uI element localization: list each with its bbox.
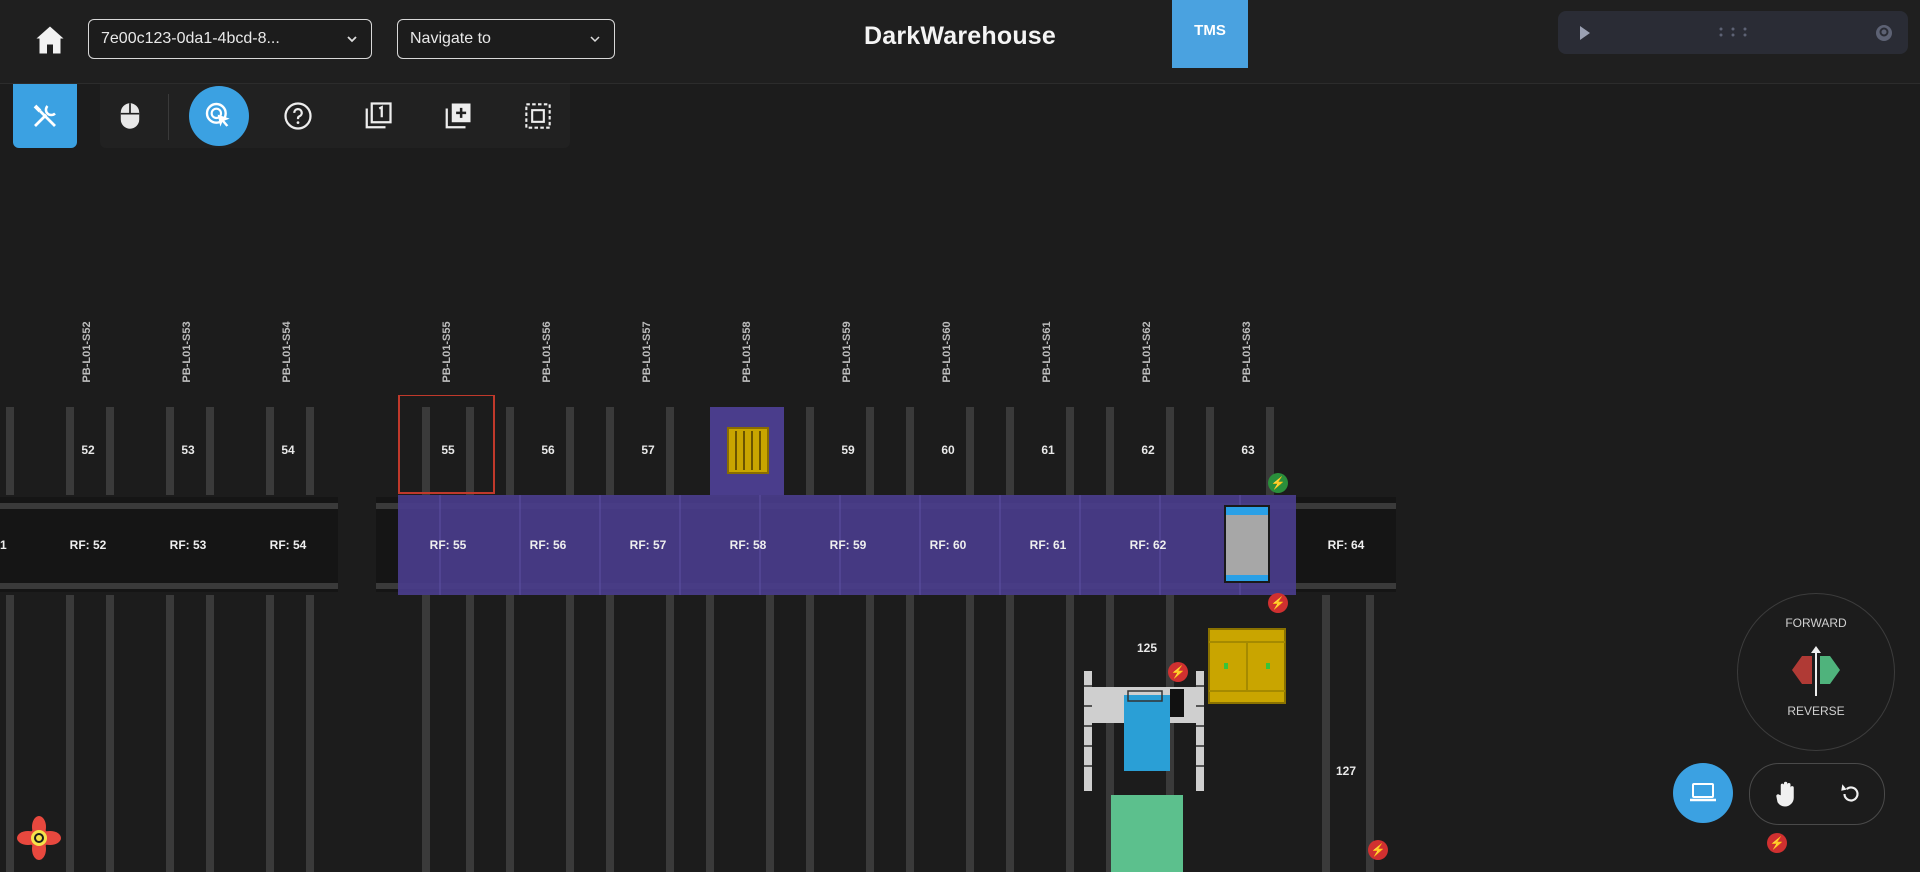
location-label: PB-L01-S63 — [1241, 321, 1253, 383]
rf-label: RF: 53 — [169, 538, 207, 552]
location-label: PB-L01-S53 — [181, 321, 193, 383]
location-label: PB-L01-S62 — [1141, 321, 1153, 383]
help-icon — [284, 102, 312, 130]
home-icon[interactable] — [32, 22, 68, 58]
rf-label: RF: 59 — [829, 538, 867, 552]
session-select-value: 7e00c123-0da1-4bcd-8... — [101, 30, 280, 47]
chevron-down-icon — [347, 36, 357, 43]
charging-error-icon: ⚡ — [1368, 840, 1388, 860]
slot-number: 57 — [641, 443, 655, 457]
location-label: PB-L01-S58 — [741, 321, 753, 383]
forward-label: FORWARD — [1785, 616, 1847, 630]
location-label: PB-L01-S59 — [841, 321, 853, 383]
playback-control-panel[interactable] — [1558, 11, 1908, 54]
rf-label: RF: 58 — [729, 538, 767, 552]
location-label: PB-L01-S52 — [81, 321, 93, 383]
charging-error-icon: ⚡ — [1168, 662, 1188, 682]
location-label: PB-L01-S54 — [281, 321, 293, 383]
slot-number: 54 — [281, 443, 295, 457]
slot-number: 61 — [1041, 443, 1055, 457]
rf-label: RF: 56 — [529, 538, 567, 552]
slot-number: 125 — [1136, 641, 1158, 655]
tools-icon — [33, 104, 56, 127]
slot-number: 56 — [541, 443, 555, 457]
slot-number: 59 — [841, 443, 855, 457]
rf-label: RF: 54 — [269, 538, 307, 552]
zoom-icon[interactable] — [1874, 23, 1894, 43]
help-button[interactable] — [268, 84, 328, 148]
rf-label: RF: 61 — [1029, 538, 1067, 552]
navigate-select-placeholder: Navigate to — [410, 30, 491, 47]
slot-number: 63 — [1241, 443, 1255, 457]
rf-label: RF: 57 — [629, 538, 667, 552]
computer-mode-button[interactable] — [1673, 763, 1733, 823]
charging-ok-icon: ⚡ — [1268, 473, 1288, 493]
direction-arrows-icon[interactable] — [1788, 642, 1844, 698]
slot-number: 53 — [181, 443, 195, 457]
location-label: PB-L01-S56 — [541, 321, 553, 383]
reset-icon[interactable] — [1838, 781, 1864, 807]
filter-one-icon — [365, 102, 392, 129]
location-label: PB-L01-S55 — [441, 321, 453, 383]
laptop-icon — [1690, 783, 1716, 802]
rf-label: RF: 55 — [429, 538, 467, 552]
edge-label: 1 — [0, 538, 7, 552]
session-select[interactable]: 7e00c123-0da1-4bcd-8... — [88, 19, 372, 59]
shuttle-vehicle[interactable] — [1224, 505, 1270, 583]
navigate-select[interactable]: Navigate to — [397, 19, 615, 59]
mouse-mode-button[interactable] — [100, 84, 160, 148]
rf-label: RF: 60 — [929, 538, 967, 552]
rf-label: RF: 52 — [69, 538, 107, 552]
lift-vehicle[interactable] — [1084, 671, 1204, 791]
select-area-button[interactable] — [508, 84, 568, 148]
select-mode-button[interactable] — [189, 86, 249, 146]
layer-one-button[interactable] — [348, 84, 408, 148]
slot-number: 52 — [81, 443, 95, 457]
slot-number: 55 — [441, 443, 455, 457]
charging-error-icon: ⚡ — [1767, 833, 1787, 853]
drag-handle-icon[interactable] — [1718, 27, 1748, 37]
rf-label: RF: 64 — [1327, 538, 1365, 552]
slot-number: 62 — [1141, 443, 1155, 457]
add-box-icon — [445, 103, 471, 129]
direction-control[interactable]: FORWARD REVERSE — [1737, 593, 1895, 751]
toolbar — [100, 84, 570, 148]
warehouse-map — [0, 395, 1396, 872]
tools-button[interactable] — [13, 84, 77, 148]
pallet[interactable] — [727, 427, 769, 474]
target-cursor-icon — [205, 102, 230, 127]
mouse-icon — [120, 103, 140, 129]
location-label: PB-L01-S57 — [641, 321, 653, 383]
charging-error-icon: ⚡ — [1268, 593, 1288, 613]
toolbar-divider — [168, 94, 169, 140]
app-title: DarkWarehouse — [863, 22, 1057, 50]
select-area-icon — [525, 103, 551, 129]
location-label: PB-L01-S60 — [941, 321, 953, 383]
slot-number: 60 — [941, 443, 955, 457]
add-layer-button[interactable] — [428, 84, 488, 148]
manual-control-group — [1749, 763, 1885, 825]
location-label: PB-L01-S61 — [1041, 321, 1053, 383]
slot-number: 127 — [1335, 764, 1357, 778]
reverse-label: REVERSE — [1787, 704, 1845, 718]
hand-icon[interactable] — [1772, 779, 1802, 809]
chevron-down-icon — [590, 36, 600, 43]
cargo-box[interactable] — [1208, 628, 1286, 704]
rf-label: RF: 62 — [1129, 538, 1167, 552]
play-icon[interactable] — [1578, 25, 1592, 41]
devtools-icon[interactable] — [14, 813, 64, 863]
dock-area — [1111, 795, 1183, 872]
tms-tab[interactable]: TMS — [1172, 0, 1248, 68]
